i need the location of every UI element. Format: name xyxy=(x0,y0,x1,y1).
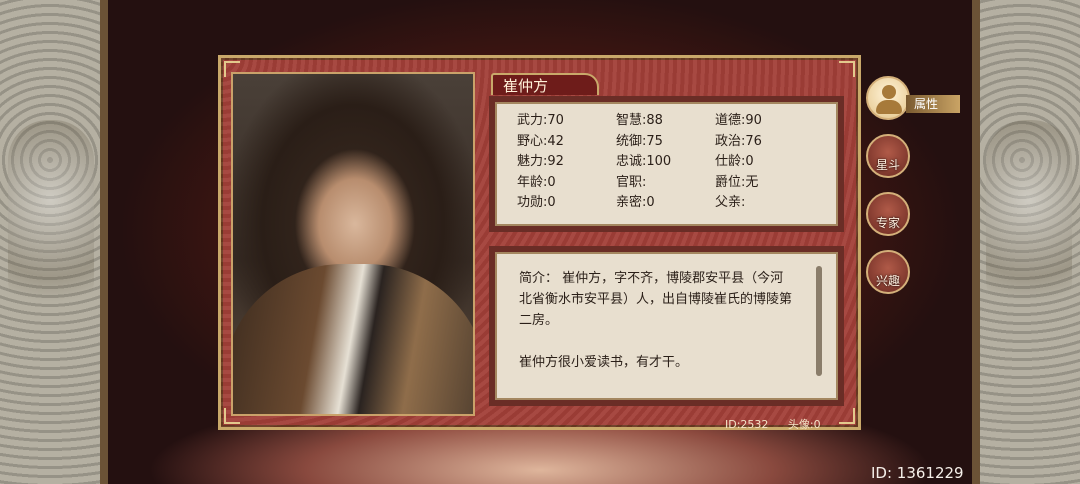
avatar-id: 头像:0 xyxy=(787,418,821,431)
user-icon xyxy=(882,85,896,99)
bio-scrollbar[interactable] xyxy=(816,266,822,376)
stat-force: 武力:70 xyxy=(517,113,564,128)
stats-panel-inner: 武力:70 智慧:88 道德:90 野心:42 统御:75 政治:76 魅力:9… xyxy=(495,102,838,226)
stats-panel: 武力:70 智慧:88 道德:90 野心:42 统御:75 政治:76 魅力:9… xyxy=(489,96,844,232)
bio-scroll-thumb[interactable] xyxy=(816,266,822,376)
biography-scroll-area[interactable]: 简介： 崔仲方，字不齐，博陵郡安平县（今河北省衡水市安平县）人，出自博陵崔氏的博… xyxy=(495,252,838,400)
star-icon: 星斗 xyxy=(875,158,900,172)
player-id: ID: 1361229 xyxy=(871,464,964,482)
right-pillar xyxy=(972,0,980,484)
stat-office: 官职: xyxy=(616,174,647,190)
tab-expert[interactable]: 专家 xyxy=(866,192,910,236)
dragon-emblem-left xyxy=(8,120,94,320)
stat-command: 统御:75 xyxy=(616,133,663,149)
character-meta: ID:2532 头像:0 xyxy=(725,416,837,432)
face-icon: 兴趣 xyxy=(875,274,900,288)
stat-title: 爵位:无 xyxy=(715,174,759,190)
stat-charm: 魅力:92 xyxy=(517,154,564,169)
stats-grid: 武力:70 智慧:88 道德:90 野心:42 统御:75 政治:76 魅力:9… xyxy=(517,112,836,213)
bio-paragraph: 简介： 崔仲方，字不齐，博陵郡安平县（今河北省衡水市安平县）人，出自博陵崔氏的博… xyxy=(519,271,793,328)
tab-interests[interactable]: 兴趣 xyxy=(866,250,910,294)
corner-ornament xyxy=(839,408,855,424)
stat-merit: 功勋:0 xyxy=(517,195,556,210)
character-portrait xyxy=(231,72,475,416)
tab-attributes-label[interactable]: 属性 xyxy=(906,95,960,113)
character-id: ID:2532 xyxy=(725,418,769,431)
stat-intimacy: 亲密:0 xyxy=(616,195,655,210)
portrait-robe xyxy=(233,264,473,414)
stat-ambition: 野心:42 xyxy=(517,133,564,149)
user-icon-body xyxy=(876,100,902,114)
stat-father: 父亲: xyxy=(715,195,746,210)
stat-loyalty: 忠诚:100 xyxy=(616,154,672,169)
character-name: 崔仲方 xyxy=(491,73,599,95)
left-pillar xyxy=(100,0,108,484)
tab-attributes[interactable] xyxy=(866,76,910,120)
stat-wisdom: 智慧:88 xyxy=(616,113,663,128)
tab-stars[interactable]: 星斗 xyxy=(866,134,910,178)
stat-age: 年龄:0 xyxy=(517,174,556,190)
dragon-emblem-right xyxy=(986,120,1072,320)
biography-panel: 简介： 崔仲方，字不齐，博陵郡安平县（今河北省衡水市安平县）人，出自博陵崔氏的博… xyxy=(489,246,844,406)
stat-morality: 道德:90 xyxy=(715,113,762,128)
corner-ornament xyxy=(839,61,855,77)
stat-service-years: 仕龄:0 xyxy=(715,154,754,169)
flame-icon: 专家 xyxy=(875,216,900,230)
character-info-dialog: 崔仲方 武力:70 智慧:88 道德:90 野心:42 统御:75 政治:76 … xyxy=(218,55,861,432)
stat-politics: 政治:76 xyxy=(715,133,762,149)
bio-paragraph: 崔仲方很小爱读书，有才干。 xyxy=(519,355,689,370)
